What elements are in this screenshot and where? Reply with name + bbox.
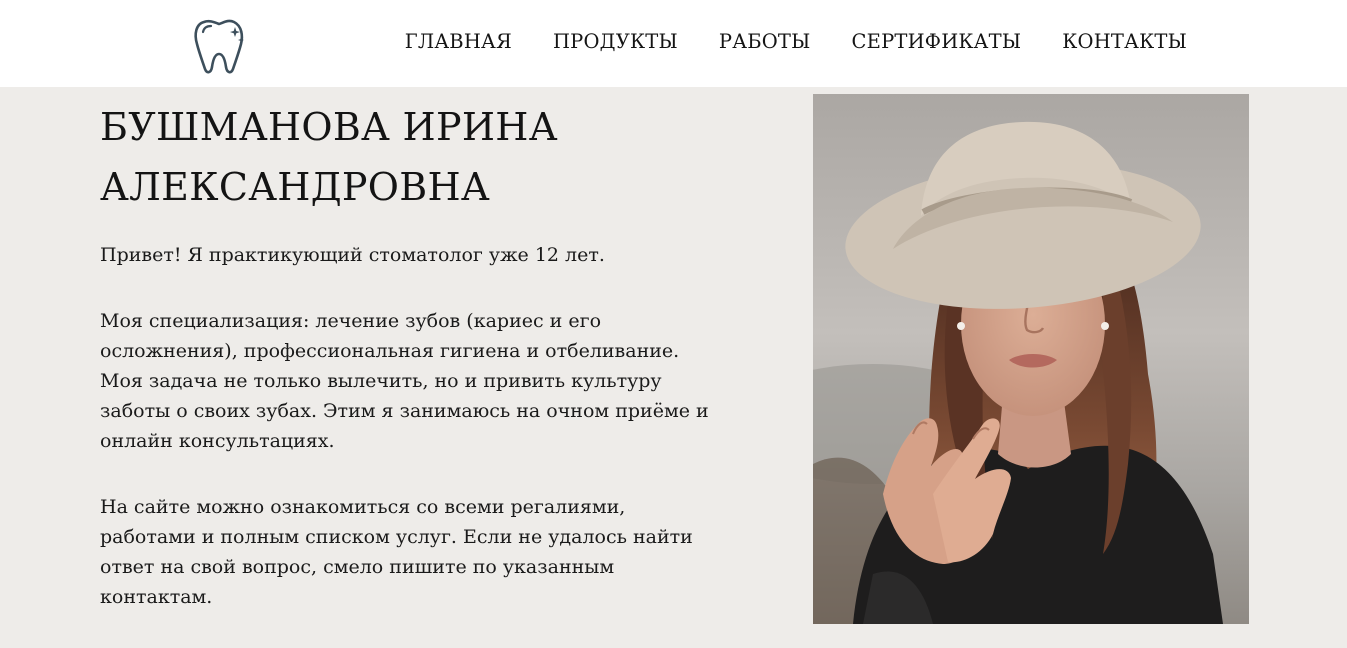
bio-line: Моя задача не только вылечить, но и прив… bbox=[100, 370, 662, 392]
bio-text: Привет! Я практикующий стоматолог уже 12… bbox=[100, 240, 730, 648]
main-nav: ГЛАВНАЯ ПРОДУКТЫ РАБОТЫ СЕРТИФИКАТЫ КОНТ… bbox=[364, 28, 1187, 56]
nav-item-certificates[interactable]: СЕРТИФИКАТЫ bbox=[852, 28, 1022, 56]
site-header: ГЛАВНАЯ ПРОДУКТЫ РАБОТЫ СЕРТИФИКАТЫ КОНТ… bbox=[0, 0, 1347, 87]
nav-item-products[interactable]: ПРОДУКТЫ bbox=[553, 28, 678, 56]
bio-line: работами и полным списком услуг. Если не… bbox=[100, 526, 693, 548]
bio-line: ответ на свой вопрос, смело пишите по ук… bbox=[100, 556, 615, 578]
bio-line: заботы о своих зубах. Этим я занимаюсь н… bbox=[100, 400, 709, 422]
bio-paragraph-intro: Привет! Я практикующий стоматолог уже 12… bbox=[100, 240, 730, 270]
tooth-logo-icon[interactable] bbox=[190, 14, 252, 76]
page-title: БУШМАНОВА ИРИНА АЛЕКСАНДРОВНА bbox=[100, 97, 750, 217]
bio-line: На сайте можно ознакомиться со всеми рег… bbox=[100, 496, 626, 518]
bio-line: осложнения), профессиональная гигиена и … bbox=[100, 340, 680, 362]
bio-line: контактам. bbox=[100, 586, 213, 608]
title-line: АЛЕКСАНДРОВНА bbox=[100, 165, 490, 209]
bio-line: Привет! Я практикующий стоматолог уже 12… bbox=[100, 244, 605, 266]
hero-section: БУШМАНОВА ИРИНА АЛЕКСАНДРОВНА Привет! Я … bbox=[0, 87, 1347, 624]
nav-item-home[interactable]: ГЛАВНАЯ bbox=[405, 28, 512, 56]
bio-paragraph-contacts: На сайте можно ознакомиться со всеми рег… bbox=[100, 492, 730, 612]
title-line: БУШМАНОВА ИРИНА bbox=[100, 105, 558, 149]
bio-line: онлайн консультациях. bbox=[100, 430, 335, 452]
portrait-illustration bbox=[813, 94, 1249, 624]
bio-paragraph-specialization: Моя специализация: лечение зубов (кариес… bbox=[100, 306, 730, 456]
nav-item-works[interactable]: РАБОТЫ bbox=[719, 28, 811, 56]
nav-item-contacts[interactable]: КОНТАКТЫ bbox=[1062, 28, 1187, 56]
bio-line: Моя специализация: лечение зубов (кариес… bbox=[100, 310, 602, 332]
portrait-photo bbox=[813, 94, 1249, 624]
